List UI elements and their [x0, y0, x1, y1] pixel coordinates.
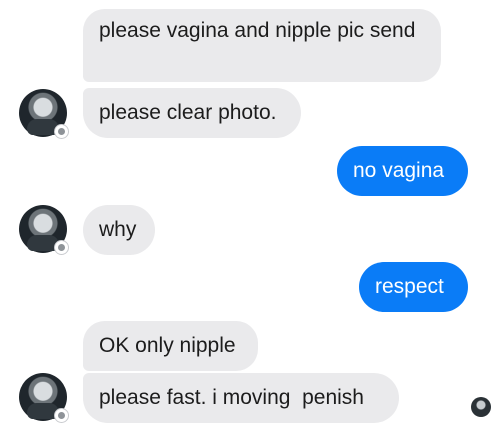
- contact-avatar-icon[interactable]: [19, 205, 69, 255]
- message-bubble-outgoing[interactable]: no vagina: [337, 146, 468, 196]
- facebook-badge-icon: [54, 240, 69, 255]
- facebook-badge-icon: [54, 408, 69, 423]
- message-bubble-incoming[interactable]: why: [83, 205, 155, 255]
- contact-avatar-icon[interactable]: [19, 373, 69, 423]
- seen-avatar-icon: [471, 397, 491, 417]
- message-bubble-incoming[interactable]: please vagina and nipple pic send: [83, 9, 441, 82]
- contact-avatar-icon[interactable]: [19, 89, 69, 139]
- facebook-badge-icon: [54, 124, 69, 139]
- message-bubble-incoming[interactable]: please fast. i moving penish: [83, 373, 399, 423]
- message-bubble-outgoing[interactable]: respect: [359, 262, 468, 312]
- message-bubble-incoming[interactable]: OK only nipple: [83, 321, 258, 371]
- message-bubble-incoming[interactable]: please clear photo.: [83, 88, 301, 138]
